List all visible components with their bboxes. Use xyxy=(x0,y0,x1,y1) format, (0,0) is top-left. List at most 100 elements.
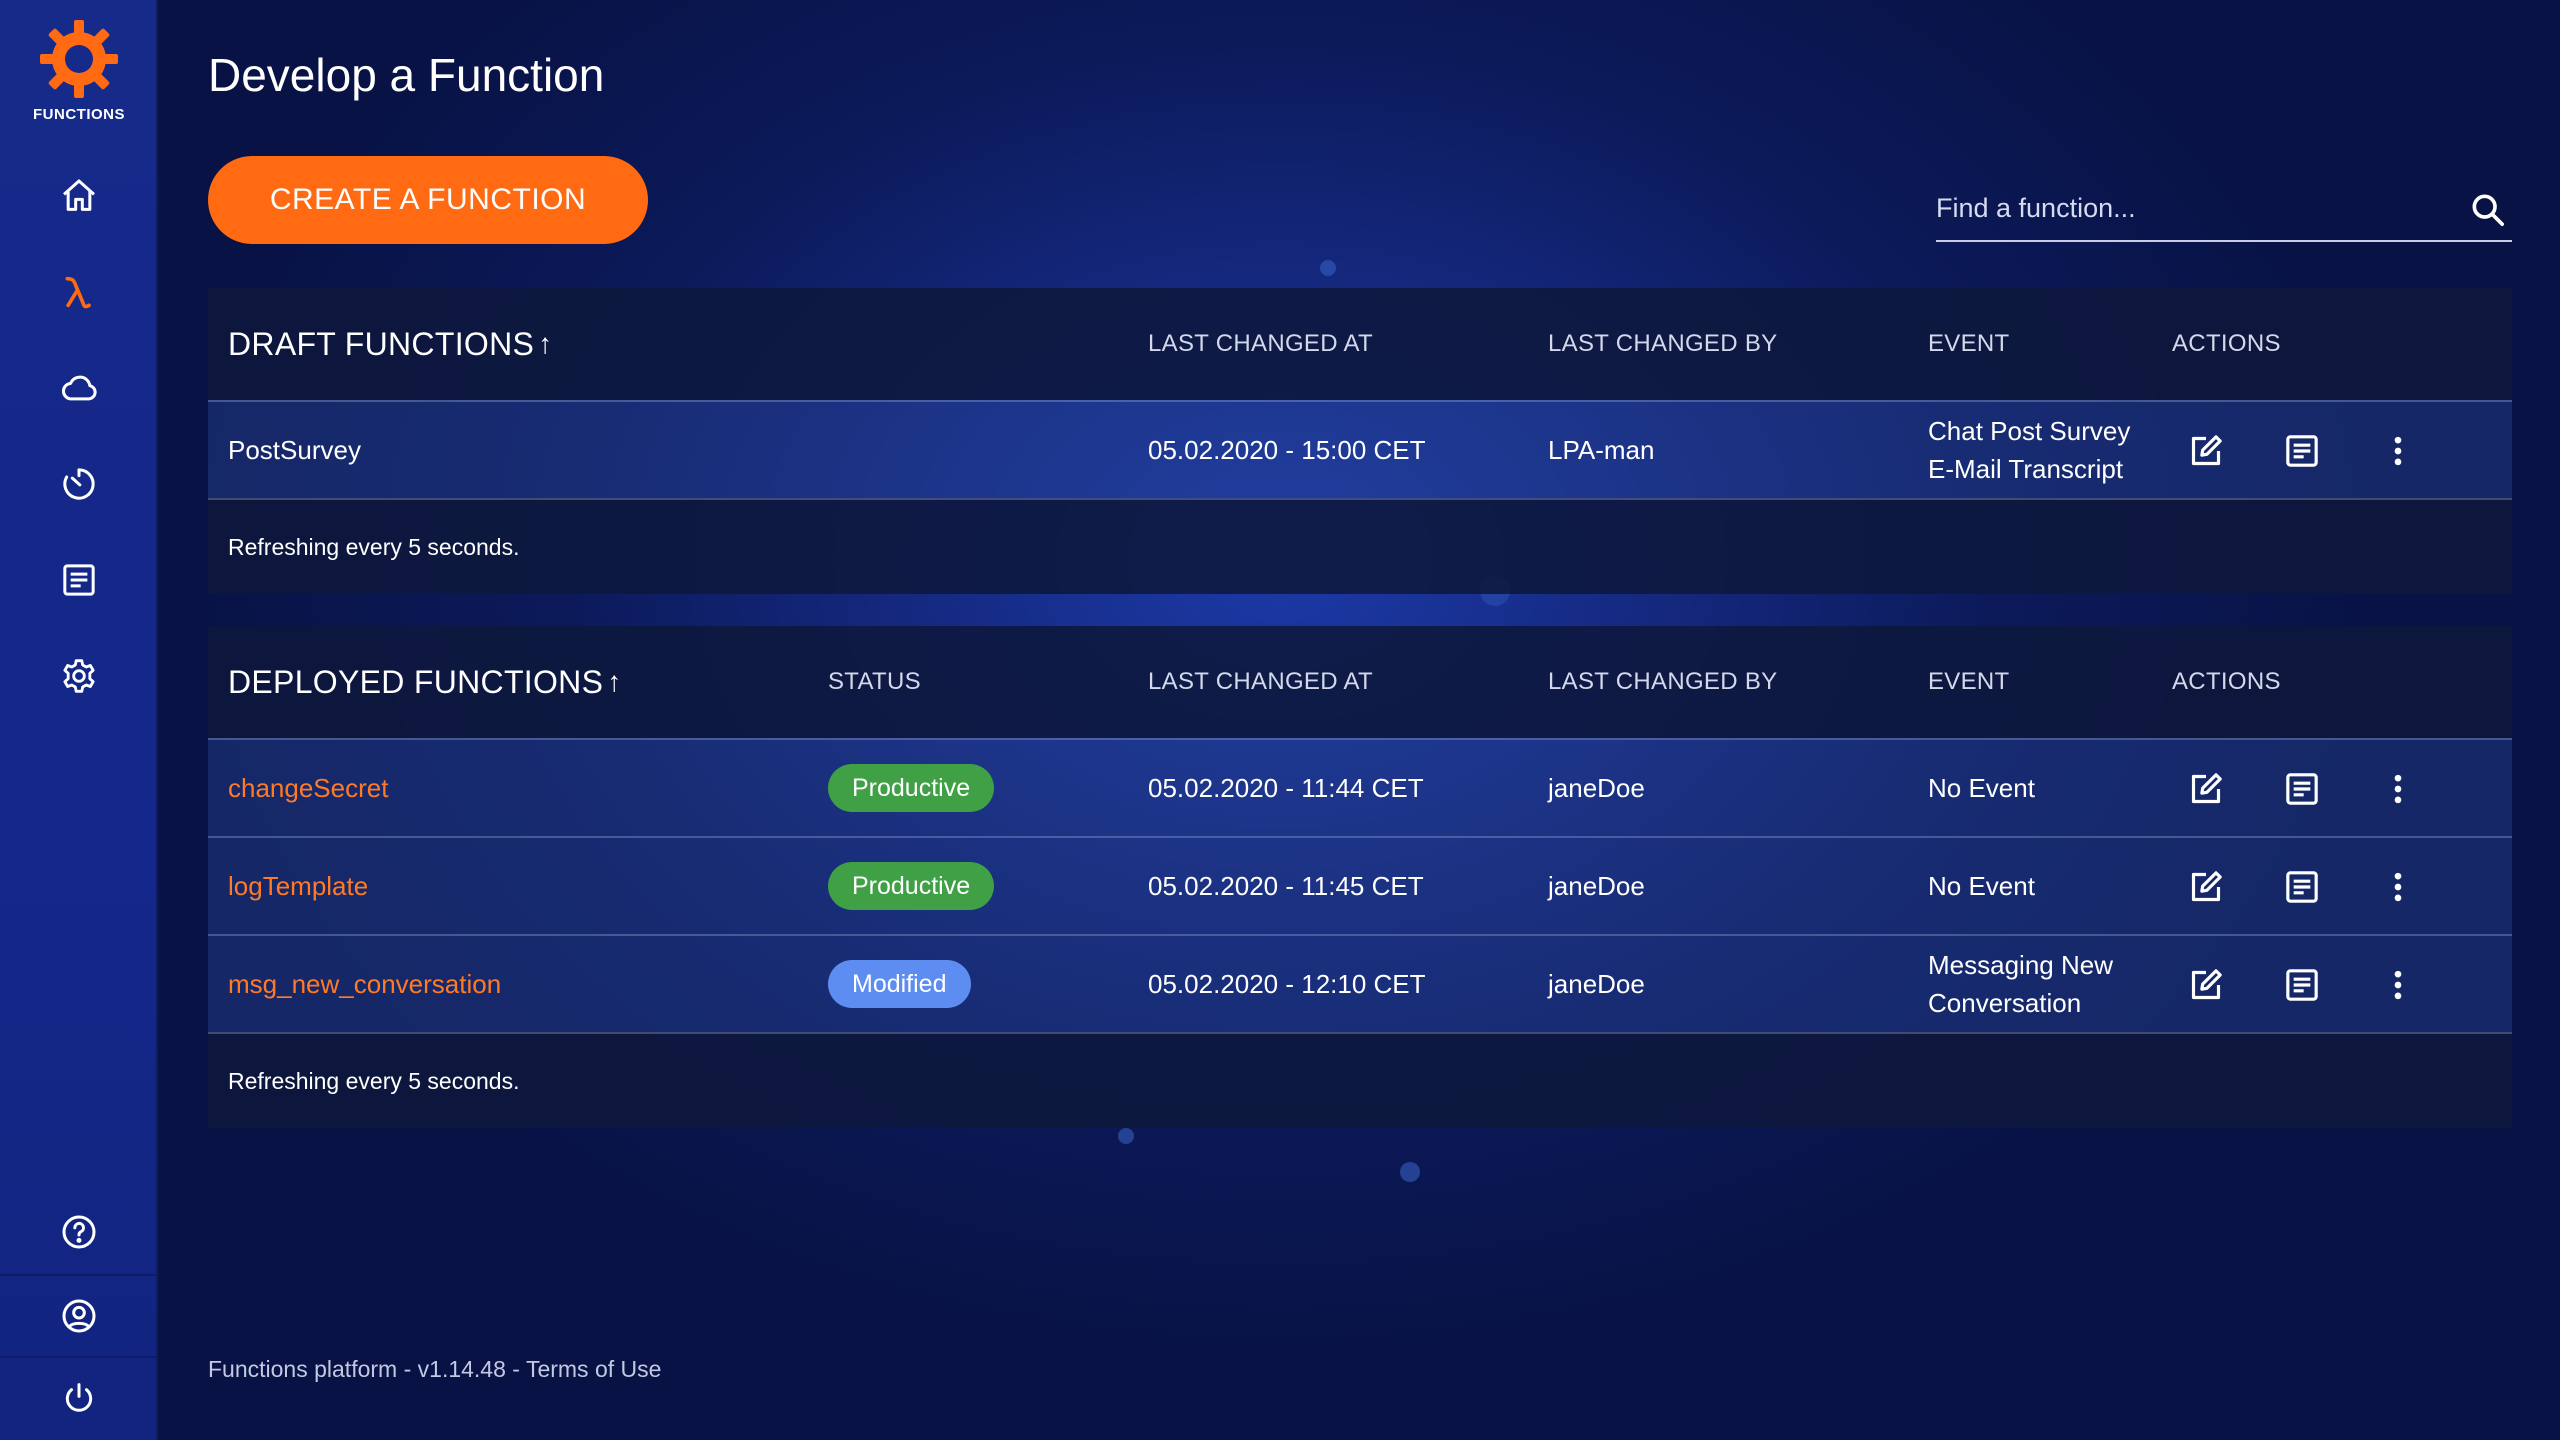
more-options-button[interactable] xyxy=(2378,965,2418,1005)
sidebar-item-logout[interactable] xyxy=(0,1358,158,1438)
app-logo[interactable]: FUNCTIONS xyxy=(0,18,158,123)
view-log-button[interactable] xyxy=(2282,769,2322,809)
column-header-last-changed-by[interactable]: LAST CHANGED BY xyxy=(1548,626,1777,738)
column-header-status[interactable]: STATUS xyxy=(828,626,921,738)
power-icon xyxy=(65,1383,93,1412)
function-name-link[interactable]: msg_new_conversation xyxy=(228,936,501,1032)
home-icon xyxy=(63,179,95,211)
last-changed-at: 05.02.2020 - 11:45 CET xyxy=(1148,870,1424,901)
table-row[interactable]: logTemplate Productive 05.02.2020 - 11:4… xyxy=(208,836,2512,934)
more-vertical-icon xyxy=(2394,970,2402,1000)
event-line: Chat Post Survey xyxy=(1928,416,2131,446)
table-header: DEPLOYED FUNCTIONS ↑ STATUS LAST CHANGED… xyxy=(208,626,2512,738)
sun-logo-icon xyxy=(40,20,118,98)
deployed-functions-title[interactable]: DEPLOYED FUNCTIONS ↑ xyxy=(228,626,622,738)
sort-arrow-icon: ↑ xyxy=(538,328,553,359)
event-line: E-Mail Transcript xyxy=(1928,454,2124,484)
table-footer: Refreshing every 5 seconds. xyxy=(208,498,2512,594)
table-row[interactable]: PostSurvey 05.02.2020 - 15:00 CET LPA-ma… xyxy=(208,400,2512,498)
last-changed-by: LPA-man xyxy=(1548,434,1655,465)
footer-separator: - xyxy=(397,1356,418,1382)
last-changed-by: janeDoe xyxy=(1548,870,1645,901)
more-options-button[interactable] xyxy=(2378,867,2418,907)
event-line: Conversation xyxy=(1928,988,2082,1018)
table-footer: Refreshing every 5 seconds. xyxy=(208,1032,2512,1128)
last-changed-at: 05.02.2020 - 15:00 CET xyxy=(1148,434,1426,465)
sidebar-item-account[interactable] xyxy=(0,1276,158,1356)
table-row[interactable]: msg_new_conversation Modified 05.02.2020… xyxy=(208,934,2512,1032)
sidebar-item-home[interactable] xyxy=(0,156,158,236)
event: Chat Post Survey E-Mail Transcript xyxy=(1928,402,2130,498)
sidebar-item-logs[interactable] xyxy=(0,540,158,620)
gear-icon xyxy=(63,659,95,693)
more-vertical-icon xyxy=(2394,774,2402,804)
document-icon xyxy=(2286,871,2318,903)
document-icon xyxy=(2286,969,2318,1001)
status-cell: Productive xyxy=(828,838,995,934)
more-options-button[interactable] xyxy=(2378,769,2418,809)
table-row[interactable]: changeSecret Productive 05.02.2020 - 11:… xyxy=(208,738,2512,836)
status-badge: Productive xyxy=(828,862,995,910)
column-header-event[interactable]: EVENT xyxy=(1928,626,2010,738)
platform-name: Functions platform xyxy=(208,1356,398,1382)
column-header-event[interactable]: EVENT xyxy=(1928,288,2010,400)
column-header-actions: ACTIONS xyxy=(2172,668,2281,695)
view-log-button[interactable] xyxy=(2282,965,2322,1005)
version-label: v1.14.48 xyxy=(417,1356,506,1382)
edit-icon xyxy=(2191,871,2222,902)
sidebar-item-cloud[interactable] xyxy=(0,348,158,428)
draft-functions-table: DRAFT FUNCTIONS ↑ LAST CHANGED AT LAST C… xyxy=(208,288,2512,594)
more-vertical-icon xyxy=(2394,436,2402,466)
table-header: DRAFT FUNCTIONS ↑ LAST CHANGED AT LAST C… xyxy=(208,288,2512,400)
edit-button[interactable] xyxy=(2186,965,2226,1005)
edit-button[interactable] xyxy=(2186,769,2226,809)
background-dot xyxy=(1400,1162,1420,1182)
function-name[interactable]: PostSurvey xyxy=(228,402,361,498)
more-options-button[interactable] xyxy=(2378,431,2418,471)
last-changed-at: 05.02.2020 - 11:44 CET xyxy=(1148,772,1424,803)
view-log-button[interactable] xyxy=(2282,867,2322,907)
user-icon xyxy=(62,1299,96,1333)
footer: Functions platform - v1.14.48 - Terms of… xyxy=(208,1356,661,1383)
cloud-icon xyxy=(61,375,97,401)
table-title: DEPLOYED FUNCTIONS xyxy=(228,663,604,700)
document-icon xyxy=(2286,773,2318,805)
help-icon xyxy=(62,1215,96,1249)
search-icon[interactable] xyxy=(2468,190,2508,230)
edit-button[interactable] xyxy=(2186,867,2226,907)
last-changed-at: 05.02.2020 - 12:10 CET xyxy=(1148,968,1426,999)
column-header-last-changed-at[interactable]: LAST CHANGED AT xyxy=(1148,288,1373,400)
create-function-button[interactable]: CREATE A FUNCTION xyxy=(208,156,648,244)
background-dot xyxy=(1320,260,1336,276)
status-cell: Productive xyxy=(828,740,995,836)
draft-functions-title[interactable]: DRAFT FUNCTIONS ↑ xyxy=(228,288,552,400)
function-name-link[interactable]: changeSecret xyxy=(228,740,388,836)
sidebar-item-functions[interactable] xyxy=(0,252,158,332)
function-name-link[interactable]: logTemplate xyxy=(228,838,368,934)
footer-separator: - xyxy=(505,1356,526,1382)
column-header-last-changed-at[interactable]: LAST CHANGED AT xyxy=(1148,626,1373,738)
event: Messaging New Conversation xyxy=(1928,936,2113,1032)
status-badge: Productive xyxy=(828,764,995,812)
status-cell: Modified xyxy=(828,936,971,1032)
edit-icon xyxy=(2191,969,2222,1000)
view-log-button[interactable] xyxy=(2282,431,2322,471)
column-header-last-changed-by[interactable]: LAST CHANGED BY xyxy=(1548,288,1777,400)
column-header-actions: ACTIONS xyxy=(2172,330,2281,357)
document-icon xyxy=(63,564,95,596)
page-title: Develop a Function xyxy=(208,49,605,101)
sidebar-item-help[interactable] xyxy=(0,1192,158,1272)
edit-icon xyxy=(2191,773,2222,804)
more-vertical-icon xyxy=(2394,872,2402,902)
sidebar-item-settings[interactable] xyxy=(0,636,158,716)
sidebar-item-schedule[interactable] xyxy=(0,444,158,524)
edit-button[interactable] xyxy=(2186,431,2226,471)
search-input[interactable] xyxy=(1936,176,2436,240)
terms-of-use-link[interactable]: Terms of Use xyxy=(526,1356,661,1382)
event: No Event xyxy=(1928,772,2035,803)
timer-icon xyxy=(63,468,95,500)
search-bar xyxy=(1936,176,2512,242)
status-badge: Modified xyxy=(828,960,971,1008)
lambda-icon xyxy=(65,276,91,309)
sidebar: FUNCTIONS xyxy=(0,0,158,1440)
